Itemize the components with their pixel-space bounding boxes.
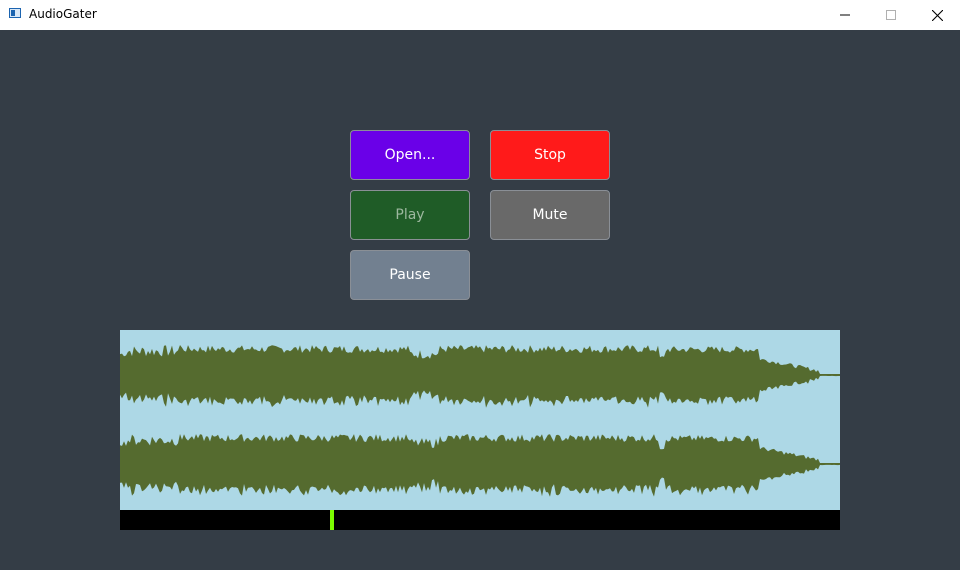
app-window-icon <box>9 8 21 18</box>
waveform-channel-right <box>120 434 840 497</box>
minimize-icon <box>840 14 850 16</box>
seek-bar[interactable] <box>120 510 840 530</box>
open-button[interactable]: Open... <box>350 130 470 180</box>
play-button[interactable]: Play <box>350 190 470 240</box>
close-icon <box>931 9 943 21</box>
maximize-button[interactable] <box>868 0 914 30</box>
stop-button[interactable]: Stop <box>490 130 610 180</box>
maximize-icon <box>886 10 896 20</box>
mute-button[interactable]: Mute <box>490 190 610 240</box>
title-bar: AudioGater <box>0 0 960 30</box>
pause-button[interactable]: Pause <box>350 250 470 300</box>
main-panel: Open... Stop Play Mute Pause <box>0 30 960 570</box>
minimize-button[interactable] <box>822 0 868 30</box>
close-button[interactable] <box>914 0 960 30</box>
window-title: AudioGater <box>29 7 97 21</box>
playhead-marker[interactable] <box>330 510 334 530</box>
waveform-display[interactable] <box>120 330 840 510</box>
waveform-channel-left <box>120 345 840 408</box>
